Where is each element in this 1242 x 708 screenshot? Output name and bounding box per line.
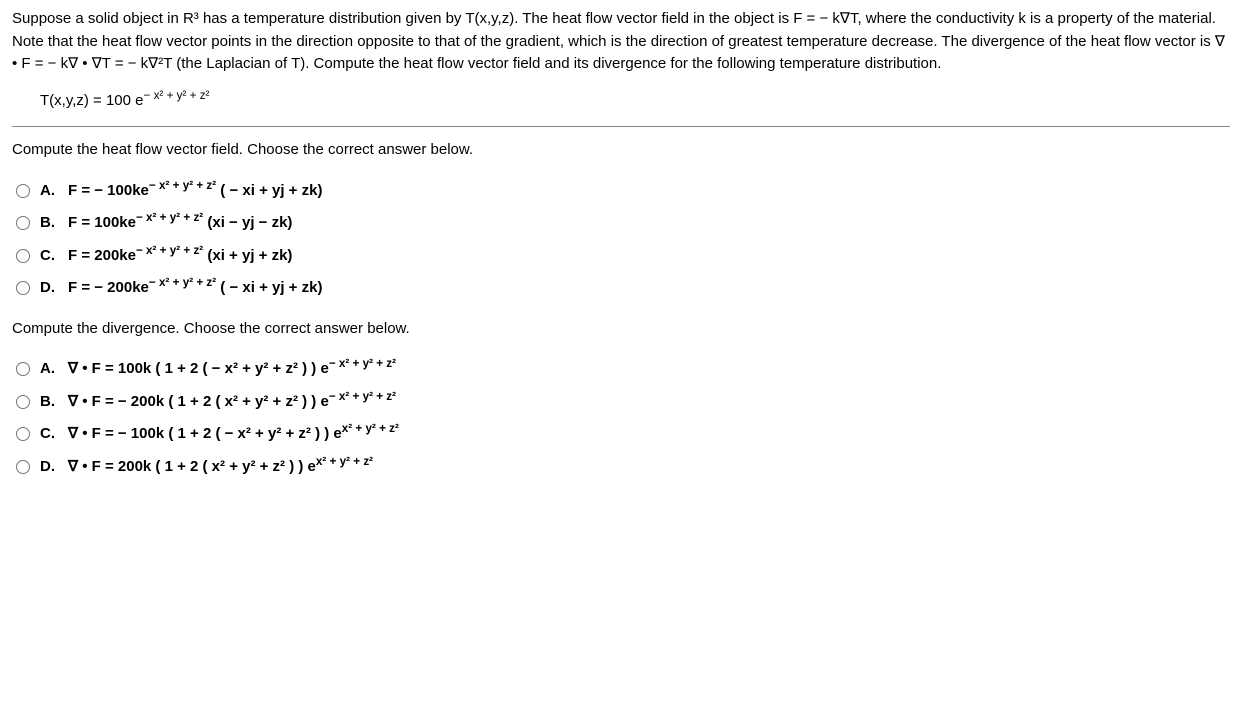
q1-expr-d: F = − 200ke− x² + y² + z² ( − xi + yj + … [68,277,322,300]
q1-exp-b: − x² + y² + z² [136,211,203,224]
q2-label-d: D. [40,456,58,479]
q1-post-d: ( − xi + yj + zk) [216,279,322,296]
q1-pre-a: F = − 100ke [68,182,149,199]
equation-exponent: − x² + y² + z² [144,89,210,102]
problem-statement: Suppose a solid object in R³ has a tempe… [12,8,1230,76]
q1-radio-d[interactable] [16,281,30,295]
q1-radio-c[interactable] [16,249,30,263]
q2-pre-d: ∇ • F = 200k ( 1 + 2 ( x² + y² + z² ) ) … [68,458,316,475]
q1-post-c: (xi + yj + zk) [203,247,292,264]
q2-option-a[interactable]: A. ∇ • F = 100k ( 1 + 2 ( − x² + y² + z²… [16,358,1230,381]
q1-expr-c: F = 200ke− x² + y² + z² (xi + yj + zk) [68,245,292,268]
q1-post-b: (xi − yj − zk) [203,214,292,231]
q2-expr-c: ∇ • F = − 100k ( 1 + 2 ( − x² + y² + z² … [68,423,399,446]
q2-exp-d: x² + y² + z² [316,455,373,468]
q2-expr-d: ∇ • F = 200k ( 1 + 2 ( x² + y² + z² ) ) … [68,456,373,479]
q2-label-a: A. [40,358,58,381]
q1-expr-a: F = − 100ke− x² + y² + z² ( − xi + yj + … [68,180,322,203]
temperature-equation: T(x,y,z) = 100 e− x² + y² + z² [40,90,1230,113]
q1-option-d[interactable]: D. F = − 200ke− x² + y² + z² ( − xi + yj… [16,277,1230,300]
q2-option-c[interactable]: C. ∇ • F = − 100k ( 1 + 2 ( − x² + y² + … [16,423,1230,446]
q1-radio-b[interactable] [16,216,30,230]
q1-pre-d: F = − 200ke [68,279,149,296]
q2-radio-b[interactable] [16,395,30,409]
q1-label-c: C. [40,245,58,268]
divider [12,126,1230,127]
q1-option-b[interactable]: B. F = 100ke− x² + y² + z² (xi − yj − zk… [16,212,1230,235]
q1-prompt: Compute the heat flow vector field. Choo… [12,139,1230,162]
q2-pre-c: ∇ • F = − 100k ( 1 + 2 ( − x² + y² + z² … [68,425,342,442]
q1-exp-a: − x² + y² + z² [149,179,216,192]
q2-expr-a: ∇ • F = 100k ( 1 + 2 ( − x² + y² + z² ) … [68,358,396,381]
q2-exp-b: − x² + y² + z² [329,390,396,403]
q2-options: A. ∇ • F = 100k ( 1 + 2 ( − x² + y² + z²… [16,358,1230,478]
q2-label-c: C. [40,423,58,446]
q2-option-d[interactable]: D. ∇ • F = 200k ( 1 + 2 ( x² + y² + z² )… [16,456,1230,479]
q1-label-b: B. [40,212,58,235]
q2-expr-b: ∇ • F = − 200k ( 1 + 2 ( x² + y² + z² ) … [68,391,396,414]
q1-pre-c: F = 200ke [68,247,136,264]
equation-prefix: T(x,y,z) = 100 e [40,92,144,109]
q1-expr-b: F = 100ke− x² + y² + z² (xi − yj − zk) [68,212,292,235]
q1-exp-d: − x² + y² + z² [149,276,216,289]
q1-radio-a[interactable] [16,184,30,198]
q1-label-d: D. [40,277,58,300]
q1-post-a: ( − xi + yj + zk) [216,182,322,199]
q1-exp-c: − x² + y² + z² [136,244,203,257]
q2-radio-d[interactable] [16,460,30,474]
q1-option-c[interactable]: C. F = 200ke− x² + y² + z² (xi + yj + zk… [16,245,1230,268]
q1-pre-b: F = 100ke [68,214,136,231]
q2-exp-c: x² + y² + z² [342,422,399,435]
q2-exp-a: − x² + y² + z² [329,357,396,370]
q1-option-a[interactable]: A. F = − 100ke− x² + y² + z² ( − xi + yj… [16,180,1230,203]
q2-option-b[interactable]: B. ∇ • F = − 200k ( 1 + 2 ( x² + y² + z²… [16,391,1230,414]
q2-prompt: Compute the divergence. Choose the corre… [12,318,1230,341]
q2-radio-c[interactable] [16,427,30,441]
q1-options: A. F = − 100ke− x² + y² + z² ( − xi + yj… [16,180,1230,300]
q2-pre-a: ∇ • F = 100k ( 1 + 2 ( − x² + y² + z² ) … [68,360,329,377]
q2-radio-a[interactable] [16,362,30,376]
q2-label-b: B. [40,391,58,414]
q2-pre-b: ∇ • F = − 200k ( 1 + 2 ( x² + y² + z² ) … [68,393,329,410]
q1-label-a: A. [40,180,58,203]
